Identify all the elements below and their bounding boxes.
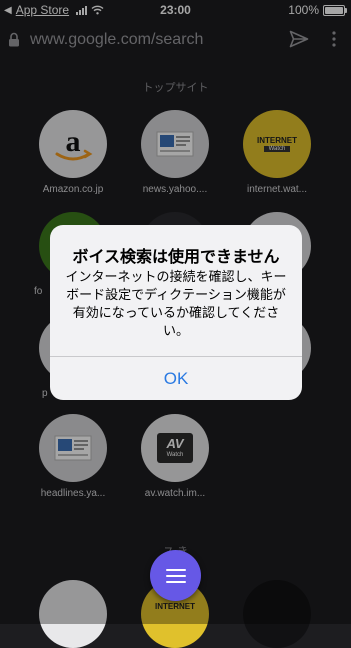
voice-search-alert: ボイス検索は使用できません インターネットの接続を確認し、キーボード設定でディク…: [50, 225, 302, 400]
menu-icon: [165, 568, 186, 583]
alert-message: インターネットの接続を確認し、キーボード設定でディクテーション機能が有効になって…: [65, 269, 287, 338]
menu-fab[interactable]: [150, 550, 201, 601]
ok-button[interactable]: OK: [50, 357, 302, 400]
alert-title: ボイス検索は使用できません: [72, 249, 280, 266]
